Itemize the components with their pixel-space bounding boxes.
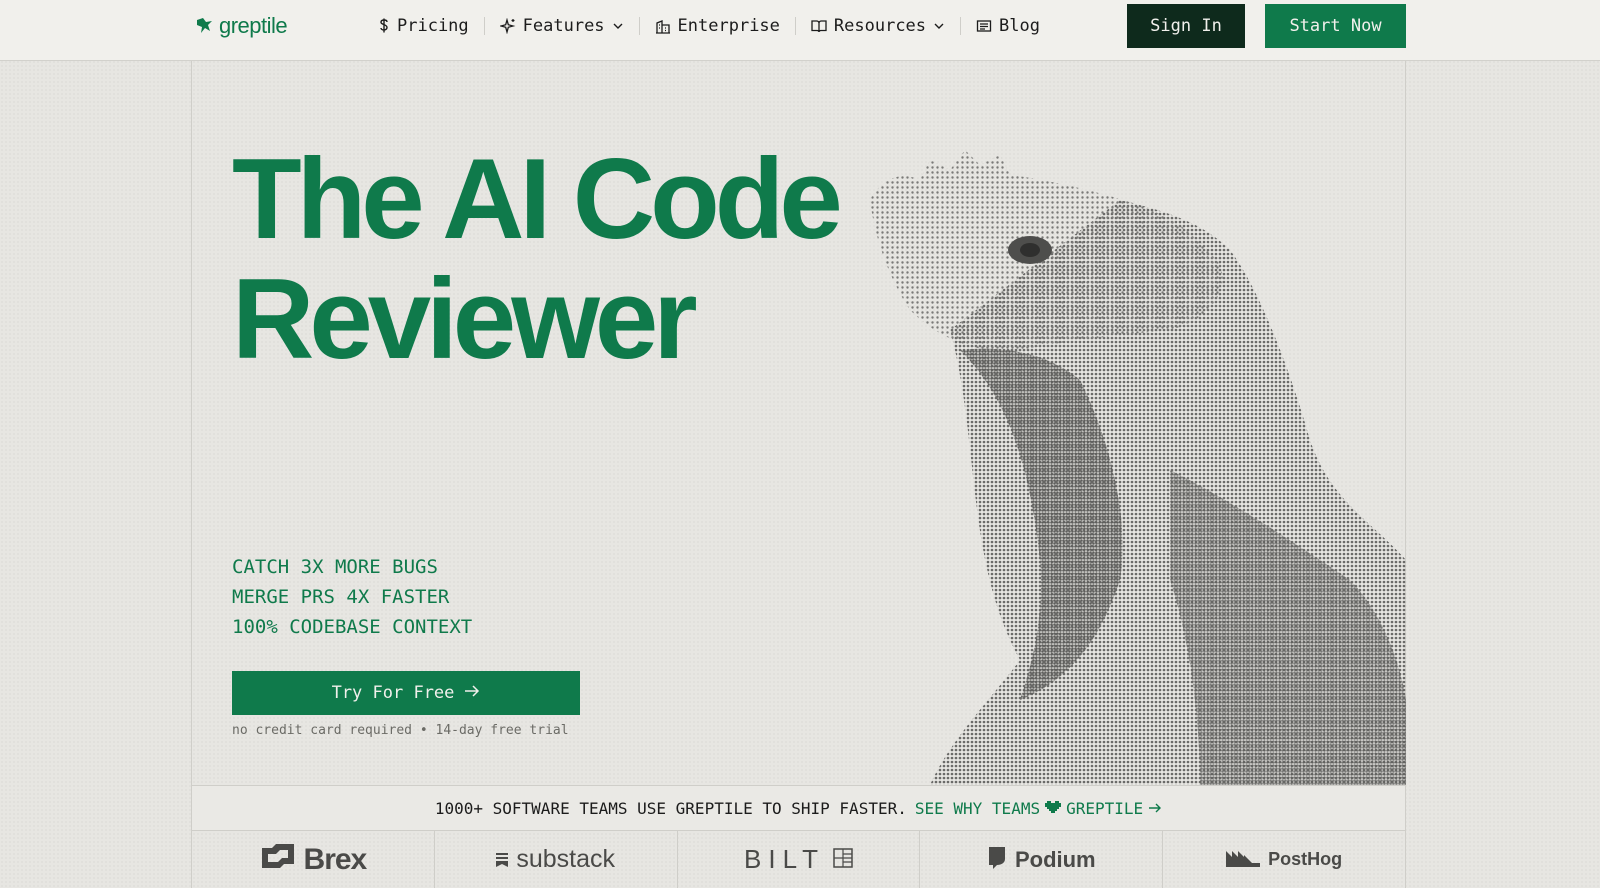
reptile-logo-icon [195, 16, 215, 36]
nav-item-resources[interactable]: Resources [811, 16, 945, 36]
brex-logo-icon [260, 842, 296, 878]
customer-logos: Brex substack BILT Podium PostHog [192, 831, 1405, 888]
top-navbar: greptile Pricing Features Enterprise Res… [0, 0, 1600, 61]
hero-title-line2: Reviewer [232, 256, 698, 383]
logo-label: Brex [303, 842, 368, 876]
cta-note: no credit card required • 14-day free tr… [232, 723, 569, 738]
podium-logo-icon [987, 845, 1007, 875]
nav-item-label: Resources [833, 16, 927, 36]
arrow-right-icon [1148, 799, 1162, 818]
logo-substack: substack [435, 831, 678, 888]
chevron-down-icon [612, 20, 624, 32]
book-icon [811, 18, 827, 34]
arrow-right-icon [464, 683, 480, 703]
nav-item-label: Enterprise [677, 16, 780, 36]
nav-item-label: Features [522, 16, 605, 36]
start-now-button[interactable]: Start Now [1265, 4, 1406, 48]
newspaper-icon [976, 18, 992, 34]
hero-title-line1: The AI Code [232, 136, 843, 263]
brand-name: greptile [219, 13, 288, 38]
bilt-grid-icon [833, 844, 853, 875]
nav-divider [638, 17, 640, 35]
substack-logo-icon [496, 845, 509, 874]
logo-label: substack [516, 845, 616, 873]
nav-item-label: Blog [999, 16, 1040, 36]
nav-item-label: Pricing [397, 16, 469, 36]
nav-divider [960, 17, 962, 35]
pixel-heart-icon [1045, 799, 1062, 818]
reptile-illustration [870, 140, 1406, 785]
page: greptile Pricing Features Enterprise Res… [0, 0, 1600, 888]
nav-item-blog[interactable]: Blog [976, 16, 1040, 36]
nav-item-features[interactable]: Features [499, 16, 624, 36]
greptile-link-label: GREPTILE [1066, 798, 1144, 818]
tagline: CATCH 3X MORE BUGS [232, 556, 438, 578]
logo-podium: Podium [920, 831, 1164, 888]
nav-divider [794, 17, 796, 35]
tagline: MERGE PRS 4X FASTER [232, 586, 450, 608]
tagline: 100% CODEBASE CONTEXT [232, 616, 473, 638]
social-proof-text: 1000+ SOFTWARE TEAMS USE GREPTILE TO SHI… [434, 798, 907, 818]
main-nav: Pricing Features Enterprise Resources Bl… [378, 14, 1040, 38]
chevron-down-icon [933, 20, 945, 32]
brand-logo-link[interactable]: greptile [195, 13, 288, 39]
logo-brex: Brex [192, 831, 435, 888]
logo-label: PostHog [1268, 849, 1343, 869]
logo-label: Podium [1014, 846, 1096, 872]
logo-posthog: PostHog [1163, 831, 1405, 888]
cta-label: Try For Free [331, 683, 455, 703]
logo-label: BILT [744, 844, 825, 874]
dollar-icon [378, 18, 390, 34]
nav-item-enterprise[interactable]: Enterprise [655, 16, 780, 36]
see-why-teams-link[interactable]: SEE WHY TEAMS GREPTILE [915, 799, 1162, 818]
hero-title: The AI Code Reviewer [232, 140, 872, 380]
building-icon [655, 18, 671, 34]
sign-in-button[interactable]: Sign In [1127, 4, 1245, 48]
hero-taglines: CATCH 3X MORE BUGS MERGE PRS 4X FASTER 1… [232, 552, 472, 642]
nav-item-pricing[interactable]: Pricing [378, 16, 469, 36]
posthog-logo-icon [1226, 847, 1261, 872]
sparkle-icon [499, 18, 516, 34]
see-why-label: SEE WHY TEAMS [914, 798, 1041, 818]
logo-bilt: BILT [678, 831, 921, 888]
try-for-free-button[interactable]: Try For Free [232, 671, 580, 715]
nav-divider [483, 17, 485, 35]
social-proof-bar: 1000+ SOFTWARE TEAMS USE GREPTILE TO SHI… [192, 785, 1405, 831]
